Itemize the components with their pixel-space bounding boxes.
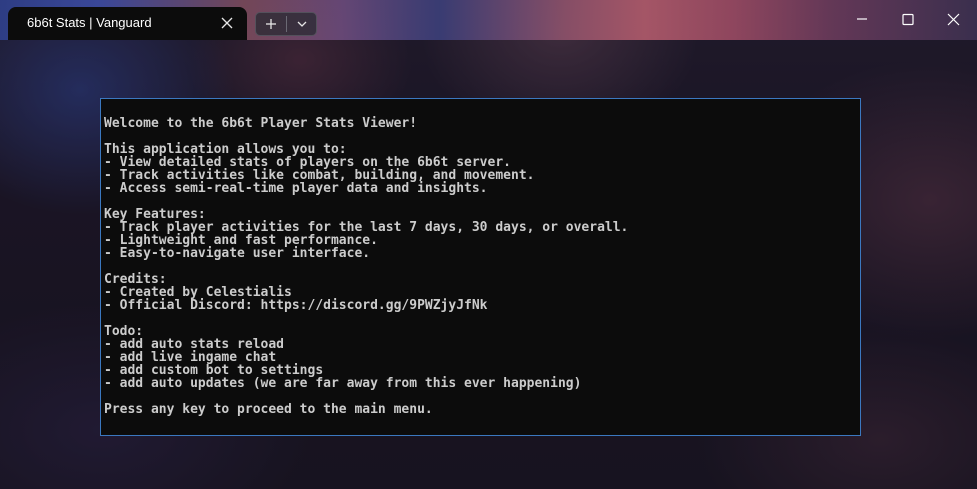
text-line [104,260,628,273]
tab-active[interactable]: 6b6t Stats | Vanguard [8,7,247,40]
text-line: - Access semi-real-time player data and … [104,181,488,196]
close-icon[interactable] [217,13,237,33]
profile-dropdown-button[interactable] [287,13,317,35]
text-line: - Easy-to-navigate user interface. [104,246,371,261]
tab-title: 6b6t Stats | Vanguard [27,15,152,30]
plus-icon [266,19,276,29]
maximize-icon [902,13,914,26]
new-tab-button[interactable] [256,13,286,35]
window-close-button[interactable] [931,0,977,40]
text-line: Welcome to the 6b6t Player Stats Viewer! [104,116,418,131]
welcome-dialog: Welcome to the 6b6t Player Stats Viewer!… [100,98,861,436]
minimize-icon [857,18,867,20]
text-line: - Official Discord: https://discord.gg/9… [104,298,488,313]
text-line: Press any key to proceed to the main men… [104,402,433,417]
close-icon [221,17,233,29]
minimize-button[interactable] [839,0,885,40]
new-tab-group [255,12,317,36]
text-line [104,312,628,325]
close-icon [947,13,960,26]
maximize-button[interactable] [885,0,931,40]
welcome-text: Welcome to the 6b6t Player Stats Viewer!… [104,117,628,416]
text-line: - add auto updates (we are far away from… [104,376,582,391]
chevron-down-icon [297,21,307,27]
